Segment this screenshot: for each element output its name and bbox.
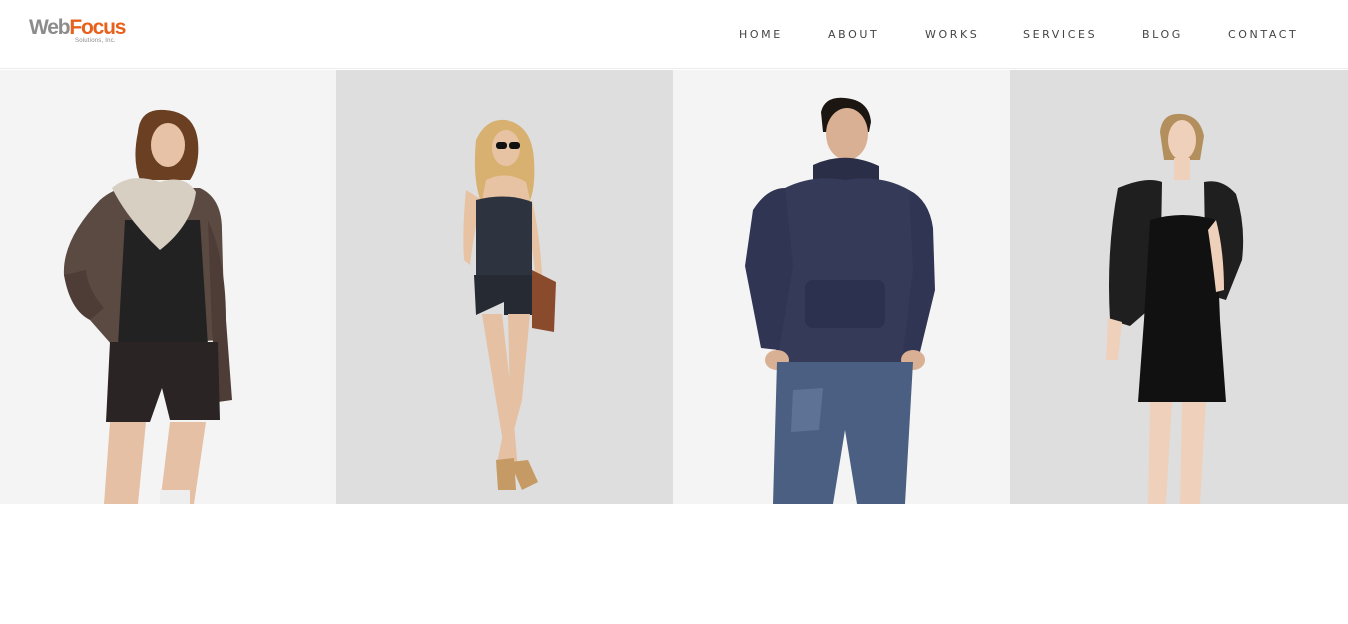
nav-home-link[interactable]: HOME [739, 28, 783, 41]
gallery-tile-2[interactable] [336, 70, 673, 504]
model-woman-jacket-image [63, 109, 232, 504]
nav-about-link[interactable]: ABOUT [828, 28, 879, 41]
gallery-tile-1[interactable] [0, 70, 336, 504]
gallery-tile-3[interactable] [673, 70, 1010, 504]
main-nav: HOME ABOUT WORKS SERVICES BLOG CONTACT [0, 28, 1348, 42]
nav-services-link[interactable]: SERVICES [1023, 28, 1097, 41]
site-header: WebFocus Solutions, Inc. HOME ABOUT WORK… [0, 0, 1348, 69]
model-man-sweater-image [745, 97, 935, 504]
model-woman-dress-image [1106, 113, 1244, 504]
nav-blog-link[interactable]: BLOG [1142, 28, 1183, 41]
gallery-tile-4[interactable] [1010, 70, 1348, 504]
model-woman-romper-image [463, 119, 556, 490]
nav-contact-link[interactable]: CONTACT [1228, 28, 1298, 41]
nav-works-link[interactable]: WORKS [925, 28, 979, 41]
fashion-gallery [0, 70, 1348, 504]
